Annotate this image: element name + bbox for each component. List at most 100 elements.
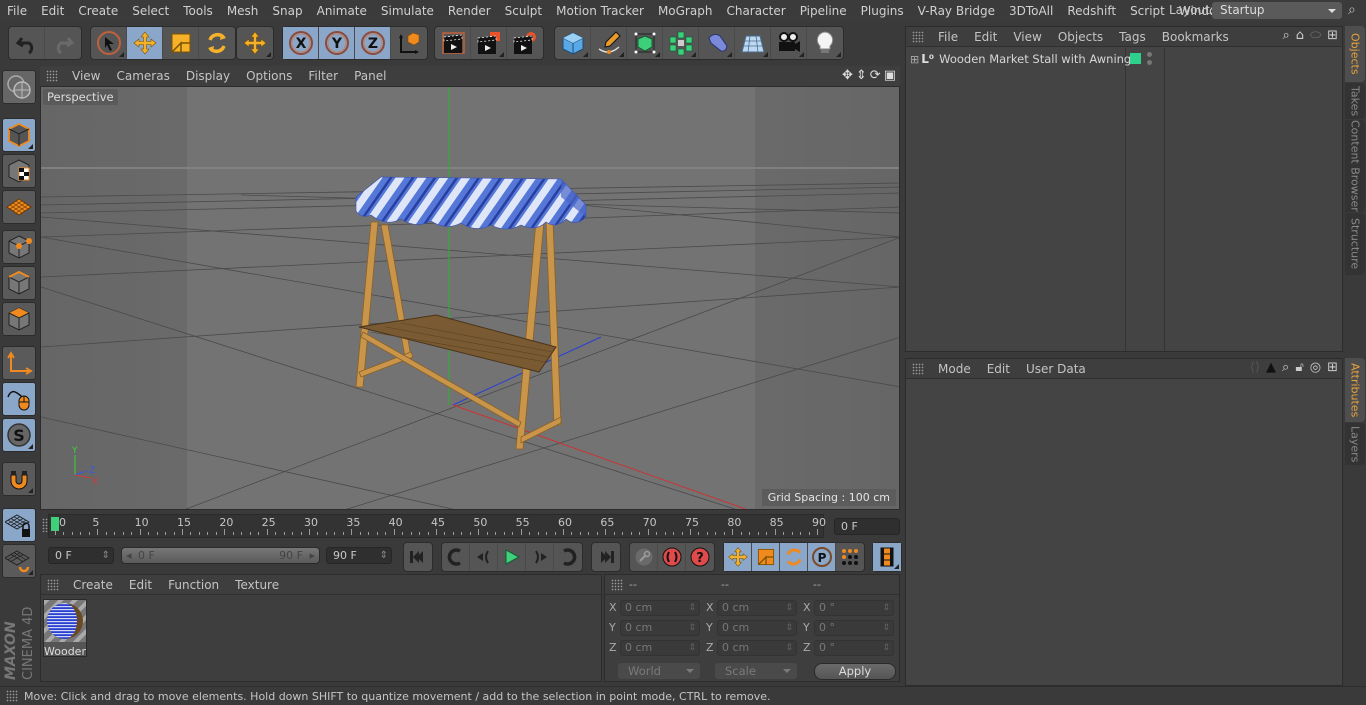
scale-tool-button[interactable] (163, 27, 199, 59)
previous-key-button[interactable] (442, 543, 470, 571)
menu-sculpt[interactable]: Sculpt (498, 4, 549, 18)
menu-select[interactable]: Select (125, 4, 176, 18)
objects-menu-view[interactable]: View (1005, 30, 1049, 44)
recent-tool-button[interactable] (237, 27, 273, 59)
viewport-menu-cameras[interactable]: Cameras (108, 69, 177, 83)
layout-dropdown[interactable]: Startup (1212, 2, 1342, 19)
tab-objects[interactable]: Objects (1345, 26, 1365, 82)
redo-button[interactable] (45, 27, 81, 59)
points-mode-button[interactable] (2, 230, 36, 264)
camera-button[interactable] (771, 27, 807, 59)
target-icon[interactable]: ◎ (1310, 360, 1321, 375)
orbit-view-icon[interactable]: ⟳ (870, 68, 881, 83)
lock-icon[interactable]: 🔓︎ (1295, 360, 1303, 375)
menu-edit[interactable]: Edit (34, 4, 71, 18)
polygons-mode-button[interactable] (2, 302, 36, 336)
material-menu-function[interactable]: Function (160, 578, 227, 592)
motion-record-button[interactable] (630, 543, 658, 571)
x-axis-button[interactable]: X (283, 27, 319, 59)
undo-button[interactable] (9, 27, 45, 59)
menu-animate[interactable]: Animate (310, 4, 374, 18)
z-axis-button[interactable]: Z (355, 27, 391, 59)
panel-grip-icon[interactable] (611, 578, 623, 591)
goto-end-button[interactable] (592, 543, 620, 571)
timeline-ruler[interactable]: 0 5 10 15 20 25 30 35 40 45 50 55 60 65 70 75 80 85 90 (48, 514, 826, 538)
current-frame-field[interactable]: 0 F (834, 518, 900, 535)
menu-v-ray-bridge[interactable]: V-Ray Bridge (911, 4, 1002, 18)
objects-menu-edit[interactable]: Edit (966, 30, 1005, 44)
collapse-icon[interactable]: ⬭ (1310, 28, 1321, 43)
cube-button[interactable] (555, 27, 591, 59)
new-panel-icon[interactable]: ⊞ (1327, 28, 1338, 43)
light-button[interactable] (807, 27, 843, 59)
menu-render[interactable]: Render (441, 4, 498, 18)
tweak-mode-button[interactable] (2, 382, 36, 416)
size-z-field[interactable]: 0 cm (717, 640, 797, 656)
record-active-button[interactable] (658, 543, 686, 571)
menu-snap[interactable]: Snap (265, 4, 309, 18)
start-frame-field[interactable]: 0 F (48, 547, 114, 564)
object-row[interactable]: ⊞ L⁰ Wooden Market Stall with Awning (906, 49, 1343, 69)
search-icon[interactable]: ⌕ (1282, 360, 1289, 375)
home-icon[interactable]: ⌂ (1296, 28, 1304, 43)
back-arrow-icon[interactable]: ⟨⟩ (1250, 360, 1260, 375)
viewport-menu-filter[interactable]: Filter (300, 69, 346, 83)
material-menu-edit[interactable]: Edit (121, 578, 160, 592)
panel-grip-icon[interactable] (47, 578, 59, 591)
deformer-button[interactable] (699, 27, 735, 59)
move-tool-button[interactable] (127, 27, 163, 59)
floor-button[interactable] (735, 27, 771, 59)
viewport-menu-options[interactable]: Options (238, 69, 300, 83)
tab-layers[interactable]: Layers (1345, 423, 1365, 465)
objects-menu-objects[interactable]: Objects (1050, 30, 1111, 44)
model-mode-button[interactable] (2, 118, 36, 152)
key-rotation-button[interactable] (780, 543, 808, 571)
pan-view-icon[interactable]: ✥ (842, 68, 853, 83)
play-button[interactable] (498, 543, 526, 571)
menu-mesh[interactable]: Mesh (220, 4, 266, 18)
search-icon[interactable]: ⌕ (1282, 28, 1289, 43)
enable-snap-button[interactable] (2, 462, 36, 496)
panel-grip-icon[interactable] (912, 30, 924, 43)
position-y-field[interactable]: 0 cm (620, 620, 700, 636)
menu-motion-tracker[interactable]: Motion Tracker (549, 4, 651, 18)
objects-menu-file[interactable]: File (930, 30, 966, 44)
timeline-window-button[interactable] (873, 543, 901, 571)
subdivision-surface-button[interactable] (627, 27, 663, 59)
live-selection-button[interactable] (91, 27, 127, 59)
tab-structure[interactable]: Structure (1345, 213, 1365, 275)
make-editable-button[interactable] (2, 70, 36, 104)
key-scale-button[interactable] (752, 543, 780, 571)
rotation-y-field[interactable]: 0 ° (814, 620, 894, 636)
axis-mode-button[interactable] (2, 346, 36, 380)
menu-redshift[interactable]: Redshift (1060, 4, 1123, 18)
workplane-mode-button[interactable] (2, 190, 36, 224)
tab-content-browser[interactable]: Content Browser (1345, 120, 1365, 212)
new-panel-icon[interactable]: ⊞ (1327, 360, 1338, 375)
panel-grip-icon[interactable] (912, 362, 924, 375)
expand-icon[interactable]: ⊞ (910, 53, 919, 66)
object-name[interactable]: Wooden Market Stall with Awning (939, 52, 1131, 66)
material-item[interactable]: Wooden (43, 599, 87, 658)
menu-3dtoall[interactable]: 3DToAll (1002, 4, 1060, 18)
coordinate-mode-dropdown[interactable]: World (618, 663, 700, 679)
size-x-field[interactable]: 0 cm (717, 600, 797, 616)
size-mode-dropdown[interactable]: Scale (715, 663, 797, 679)
cloner-button[interactable] (663, 27, 699, 59)
menu-script[interactable]: Script (1123, 4, 1172, 18)
material-menu-create[interactable]: Create (65, 578, 121, 592)
position-z-field[interactable]: 0 cm (620, 640, 700, 656)
attributes-menu-mode[interactable]: Mode (930, 362, 979, 376)
panel-grip-icon[interactable] (46, 70, 58, 82)
edges-mode-button[interactable] (2, 266, 36, 300)
menu-simulate[interactable]: Simulate (374, 4, 441, 18)
size-y-field[interactable]: 0 cm (717, 620, 797, 636)
attributes-menu-user-data[interactable]: User Data (1018, 362, 1094, 376)
menu-create[interactable]: Create (71, 4, 125, 18)
previous-frame-button[interactable] (470, 543, 498, 571)
viewport-menu-display[interactable]: Display (178, 69, 238, 83)
autokey-button[interactable]: ? (686, 543, 714, 571)
rotation-x-field[interactable]: 0 ° (814, 600, 894, 616)
material-menu-texture[interactable]: Texture (227, 578, 287, 592)
y-axis-button[interactable]: Y (319, 27, 355, 59)
